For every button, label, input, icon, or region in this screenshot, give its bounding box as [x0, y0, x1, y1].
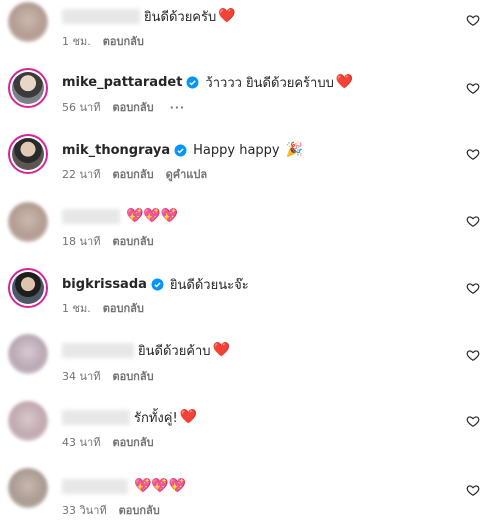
reply-button[interactable]: ตอบกลับ: [103, 32, 144, 50]
comment-time: 34 นาที: [62, 370, 101, 383]
heart-outline-icon[interactable]: [466, 147, 480, 161]
comment-text: ว้าววว ยินดีด้วยคร้าบบ: [205, 75, 334, 91]
verified-badge-icon: [151, 278, 164, 290]
username-link[interactable]: bigkrissada: [62, 277, 147, 292]
avatar[interactable]: [8, 134, 48, 174]
comment-text: Happy happy: [193, 142, 280, 158]
heart-outline-icon[interactable]: [466, 281, 480, 295]
comment-time: 43 นาที: [62, 436, 101, 449]
comment-item: bigkrissada ยินดีด้วยนะจ๊ะ 1 ชม. ตอบกลับ: [0, 264, 492, 324]
comment-item: ยินดีด้วยค้าบ ❤️ 34 นาที ตอบกลับ: [0, 330, 492, 390]
more-options-button[interactable]: ···: [170, 101, 186, 114]
comment-time: 56 นาที: [62, 101, 101, 114]
comment-item: รักทั้งคู่! ❤️ 43 นาที ตอบกลับ: [0, 397, 492, 457]
heart-emoji: ❤️: [179, 409, 198, 425]
sparkling-heart-emoji: 💖💖💖: [134, 478, 187, 494]
reply-button[interactable]: ตอบกลับ: [112, 433, 153, 451]
avatar[interactable]: [8, 2, 48, 42]
heart-outline-icon[interactable]: [466, 81, 480, 95]
username-redacted[interactable]: [62, 409, 130, 425]
avatar[interactable]: [8, 468, 48, 508]
heart-emoji: ❤️: [218, 8, 236, 24]
comment-text: ยินดีด้วยครับ: [144, 9, 217, 25]
reply-button[interactable]: ตอบกลับ: [119, 501, 160, 519]
comment-time: 18 นาที: [62, 235, 101, 248]
avatar[interactable]: [8, 334, 48, 374]
username-redacted[interactable]: [62, 342, 134, 358]
comment-item: ยินดีด้วยครับ ❤️ 1 ชม. ตอบกลับ: [0, 0, 492, 60]
comment-item: 💖💖💖 18 นาที ตอบกลับ: [0, 198, 492, 258]
username-redacted[interactable]: [62, 208, 120, 224]
verified-badge-icon: [174, 144, 187, 156]
avatar[interactable]: [8, 202, 48, 242]
username-link[interactable]: mike_pattaradet: [62, 75, 182, 90]
username-redacted[interactable]: [62, 8, 140, 24]
heart-emoji: ❤️: [212, 342, 230, 358]
comment-time: 22 นาที: [62, 168, 101, 181]
heart-outline-icon[interactable]: [466, 214, 480, 228]
comment-text: ยินดีด้วยค้าบ: [138, 343, 211, 359]
comment-time: 1 ชม.: [62, 35, 91, 48]
comment-time: 33 วินาที: [62, 504, 107, 517]
username-link[interactable]: mik_thongraya: [62, 143, 170, 158]
see-translation-button[interactable]: ดูคำแปล: [166, 165, 208, 183]
comment-item: mike_pattaradet ว้าววว ยินดีด้วยคร้าบบ ❤…: [0, 66, 492, 126]
comment-text: ยินดีด้วยนะจ๊ะ: [169, 277, 249, 293]
heart-outline-icon[interactable]: [466, 483, 480, 497]
comment-text: รักทั้งคู่!: [134, 410, 178, 426]
username-redacted[interactable]: [62, 478, 128, 494]
reply-button[interactable]: ตอบกลับ: [112, 367, 153, 385]
verified-badge-icon: [186, 76, 199, 88]
heart-outline-icon[interactable]: [466, 348, 480, 362]
comment-time: 1 ชม.: [62, 302, 91, 315]
heart-emoji: ❤️: [335, 74, 354, 90]
reply-button[interactable]: ตอบกลับ: [103, 299, 144, 317]
avatar[interactable]: [8, 268, 48, 308]
comment-item: 💖💖💖 33 วินาที ตอบกลับ: [0, 464, 492, 524]
avatar[interactable]: [8, 68, 48, 108]
avatar[interactable]: [8, 401, 48, 441]
sparkling-heart-emoji: 💖💖💖: [126, 208, 179, 224]
heart-outline-icon[interactable]: [466, 13, 480, 27]
comment-item: mik_thongraya Happy happy 🎉 22 นาที ตอบก…: [0, 132, 492, 192]
reply-button[interactable]: ตอบกลับ: [112, 165, 153, 183]
heart-outline-icon[interactable]: [466, 414, 480, 428]
party-popper-emoji: 🎉: [285, 142, 304, 158]
reply-button[interactable]: ตอบกลับ: [112, 98, 153, 116]
reply-button[interactable]: ตอบกลับ: [112, 232, 153, 250]
